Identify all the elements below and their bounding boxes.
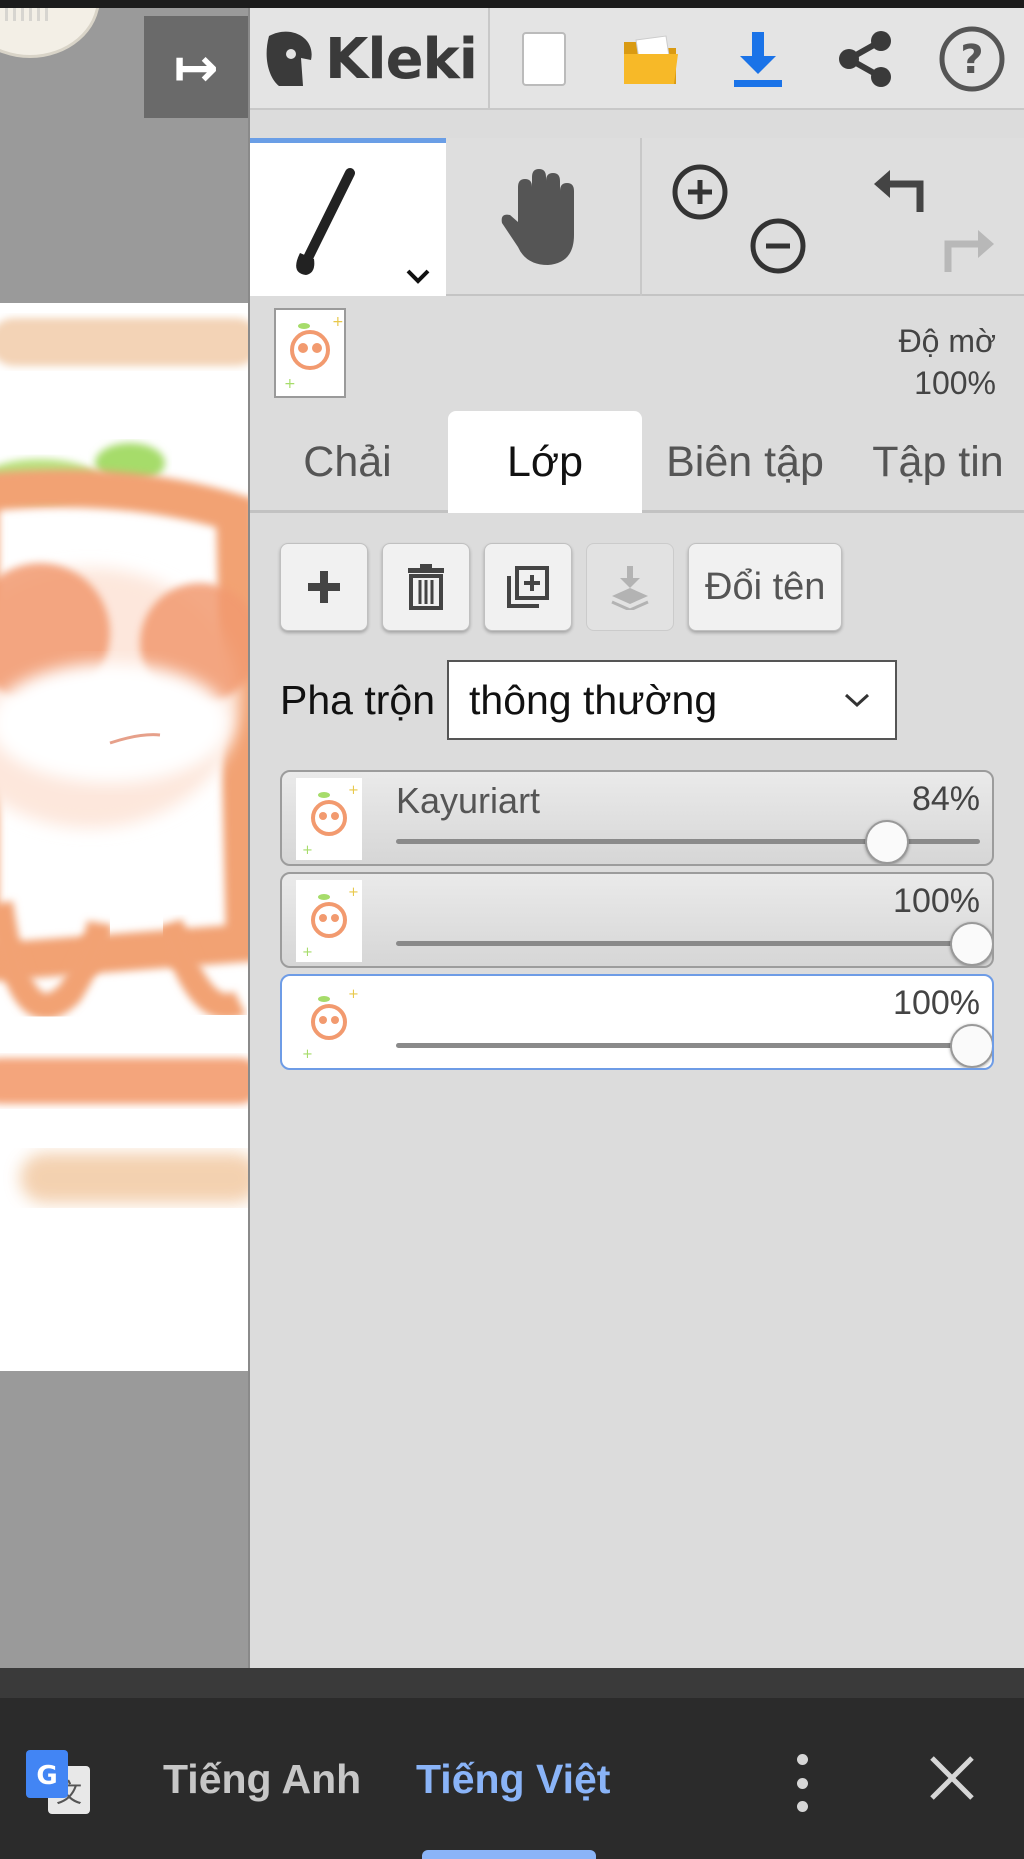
svg-text:+: + <box>302 843 313 858</box>
mascot-thumbnail-icon: + + <box>284 314 344 392</box>
brush-icon <box>296 168 430 284</box>
side-panel: Kleki ? + + Độ mờ 100% Chải Lớp Biên tập… <box>248 8 1024 1668</box>
app-name: Kleki <box>324 26 478 92</box>
layer-preview-row: + + Độ mờ 100% <box>250 298 1024 418</box>
slider-knob[interactable] <box>864 820 909 864</box>
new-file-button[interactable] <box>490 8 597 110</box>
google-translate-icon[interactable]: 文 G <box>26 1750 92 1816</box>
drawing-canvas-area[interactable]: ↦ <box>0 8 248 1668</box>
layer-opacity-value: 100% <box>893 984 980 1022</box>
layer-thumbnail: + + <box>296 778 362 860</box>
hand-icon <box>501 169 574 265</box>
status-strip <box>0 0 1024 8</box>
zoom-out-icon <box>750 218 806 274</box>
kleki-logo-icon <box>266 31 312 86</box>
panel-tabs: Chải Lớp Biên tập Tập tin <box>250 411 1024 513</box>
blend-mode-value: thông thường <box>469 676 718 723</box>
help-icon: ? <box>939 26 1004 92</box>
chevron-down-icon <box>844 693 870 708</box>
layer-row[interactable]: + +100% <box>280 872 994 968</box>
layer-opacity-value: 100% <box>893 882 980 920</box>
layer-opacity-value: 84% <box>911 780 980 818</box>
rename-layer-button[interactable]: Đổi tên <box>688 543 843 631</box>
close-icon[interactable] <box>926 1752 978 1804</box>
top-toolbar: Kleki ? <box>250 8 1024 110</box>
layer-list: + + Kayuriart 84% + +100% + +100% <box>280 770 994 1076</box>
download-icon <box>733 32 782 87</box>
layer-action-buttons: Đổi tên <box>280 543 843 633</box>
new-file-icon <box>521 32 566 86</box>
svg-text:+: + <box>302 1047 313 1062</box>
more-vert-icon <box>796 1754 808 1765</box>
merge-down-icon <box>611 566 649 610</box>
open-folder-icon <box>623 35 678 84</box>
drawing-canvas[interactable] <box>0 303 248 1371</box>
layer-thumbnail: + + <box>296 982 362 1064</box>
tab-edit[interactable]: Biên tập <box>645 411 845 513</box>
collapse-panel-button[interactable]: ↦ <box>144 16 248 118</box>
opacity-readout: Độ mờ 100% <box>899 320 996 404</box>
plus-icon <box>308 571 340 603</box>
layer-name: Kayuriart <box>396 780 541 821</box>
duplicate-icon <box>507 566 549 608</box>
layer-row[interactable]: + + Kayuriart 84% <box>280 770 994 866</box>
svg-text:G: G <box>36 1761 57 1791</box>
kleki-logo[interactable]: Kleki <box>250 8 490 110</box>
svg-text:+: + <box>302 945 313 960</box>
layer-opacity-slider[interactable] <box>396 941 980 946</box>
tool-row <box>250 138 1024 296</box>
blend-mode-select[interactable]: thông thường <box>447 660 897 740</box>
undo-button[interactable] <box>870 160 930 225</box>
zoom-out-button[interactable] <box>748 216 808 281</box>
canvas-thumbnail: + + <box>274 308 346 398</box>
merge-down-button[interactable] <box>586 543 674 631</box>
brush-tool[interactable] <box>250 138 446 296</box>
svg-text:+: + <box>348 885 359 900</box>
tab-brush[interactable]: Chải <box>260 411 435 513</box>
slider-knob[interactable] <box>950 922 992 966</box>
redo-icon <box>944 230 994 272</box>
layer-opacity-slider[interactable] <box>396 1043 980 1048</box>
svg-text:+: + <box>348 783 359 798</box>
target-language-tab[interactable]: Tiếng Việt <box>416 1756 610 1803</box>
translate-bar: 文 G Tiếng Anh Tiếng Việt <box>0 1668 1024 1859</box>
canvas-artwork <box>0 318 248 1203</box>
zoom-in-icon <box>672 164 728 220</box>
avatar[interactable] <box>0 8 100 58</box>
more-options-button[interactable] <box>784 1748 820 1818</box>
zoom-in-button[interactable] <box>670 162 730 227</box>
mascot-thumbnail-icon: ++ <box>302 885 359 960</box>
active-language-indicator <box>422 1850 596 1859</box>
svg-text:+: + <box>332 314 344 330</box>
redo-button[interactable] <box>938 218 998 283</box>
mascot-thumbnail-icon: ++ <box>302 783 359 858</box>
hand-tool[interactable] <box>446 138 642 296</box>
tab-file[interactable]: Tập tin <box>850 411 1024 513</box>
tab-layers[interactable]: Lớp <box>448 411 642 513</box>
svg-text:+: + <box>284 376 296 392</box>
layer-row[interactable]: + +100% <box>280 974 994 1070</box>
layer-thumbnail: + + <box>296 880 362 962</box>
trash-icon <box>408 564 444 610</box>
arrow-right-bar-icon: ↦ <box>173 35 219 99</box>
opacity-label: Độ mờ <box>898 323 996 359</box>
source-language-tab[interactable]: Tiếng Anh <box>163 1756 361 1803</box>
blend-mode-label: Pha trộn <box>280 676 435 723</box>
undo-icon <box>874 170 924 212</box>
svg-text:?: ? <box>960 37 983 83</box>
help-button[interactable]: ? <box>918 8 1024 110</box>
svg-text:+: + <box>348 987 359 1002</box>
add-layer-button[interactable] <box>280 543 368 631</box>
download-button[interactable] <box>704 8 811 110</box>
open-file-button[interactable] <box>597 8 704 110</box>
share-icon <box>838 31 891 87</box>
blend-mode-row: Pha trộn thông thường <box>280 660 897 740</box>
opacity-value: 100% <box>914 365 996 401</box>
delete-layer-button[interactable] <box>382 543 470 631</box>
share-button[interactable] <box>811 8 918 110</box>
mascot-thumbnail-icon: ++ <box>302 987 359 1062</box>
duplicate-layer-button[interactable] <box>484 543 572 631</box>
slider-knob[interactable] <box>950 1024 992 1068</box>
